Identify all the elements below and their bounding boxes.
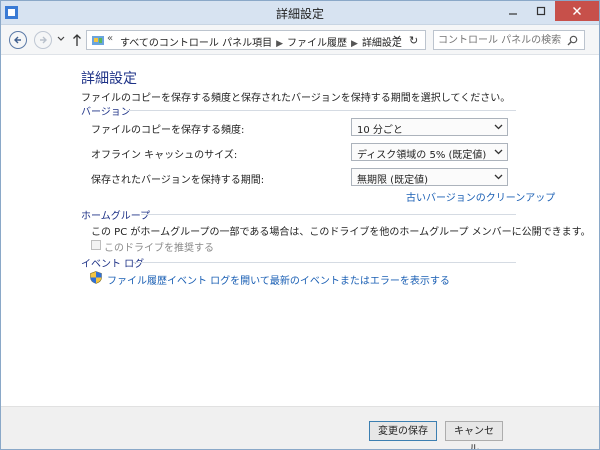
breadcrumb-separator-icon[interactable]: ▶ <box>351 39 358 49</box>
versions-heading: バージョン <box>81 107 131 118</box>
main-content: 詳細設定 ファイルのコピーを保存する頻度と保存されたバージョンを保持する期間を選… <box>1 56 599 406</box>
maximize-button[interactable] <box>527 1 555 21</box>
offline-cache-value: ディスク領域の 5% (既定値) <box>357 150 487 161</box>
breadcrumb-separator-icon[interactable]: ▶ <box>276 39 283 49</box>
event-log-link[interactable]: ファイル履歴イベント ログを開いて最新のイベントまたはエラーを表示する <box>107 272 450 287</box>
page-description: ファイルのコピーを保存する頻度と保存されたバージョンを保持する期間を選択してくだ… <box>81 93 511 104</box>
close-icon <box>573 7 581 15</box>
versions-divider <box>126 110 516 111</box>
shield-icon <box>90 271 102 284</box>
keep-versions-label: 保存されたバージョンを保持する期間: <box>91 175 265 186</box>
save-frequency-select[interactable]: 10 分ごと <box>351 118 508 136</box>
offline-cache-label: オフライン キャッシュのサイズ: <box>91 150 238 161</box>
offline-cache-select[interactable]: ディスク領域の 5% (既定値) <box>351 143 508 161</box>
eventlog-divider <box>133 262 516 263</box>
control-panel-icon <box>92 36 104 45</box>
save-frequency-label: ファイルのコピーを保存する頻度: <box>91 125 245 136</box>
settings-window: 詳細設定 « すべてのコントロール パネル項目 ▶ ファイル履歴 ▶ 詳細設定 … <box>0 0 600 450</box>
recent-locations-icon[interactable] <box>57 36 65 42</box>
save-changes-button[interactable]: 変更の保存 <box>369 421 437 441</box>
navigation-bar: « すべてのコントロール パネル項目 ▶ ファイル履歴 ▶ 詳細設定 ↻ <box>1 25 599 55</box>
footer-bar: 変更の保存 キャンセル <box>1 406 599 449</box>
cleanup-versions-link[interactable]: 古いバージョンのクリーンアップ <box>406 189 555 204</box>
forward-button[interactable] <box>34 31 52 49</box>
breadcrumb: すべてのコントロール パネル項目 ▶ ファイル履歴 ▶ 詳細設定 <box>120 34 402 49</box>
chevron-down-icon <box>494 174 503 180</box>
up-arrow-icon[interactable] <box>72 33 82 47</box>
close-button[interactable] <box>555 1 599 21</box>
breadcrumb-item-file-history[interactable]: ファイル履歴 <box>287 38 347 49</box>
address-overflow[interactable]: « <box>107 33 113 44</box>
save-frequency-value: 10 分ごと <box>357 125 403 136</box>
refresh-icon[interactable]: ↻ <box>409 34 418 47</box>
address-bar[interactable]: « すべてのコントロール パネル項目 ▶ ファイル履歴 ▶ 詳細設定 ↻ <box>86 30 426 50</box>
recommend-drive-label[interactable]: このドライブを推奨する <box>104 239 214 254</box>
search-box[interactable] <box>433 30 585 50</box>
search-input[interactable] <box>438 33 562 47</box>
breadcrumb-item-all-items[interactable]: すべてのコントロール パネル項目 <box>120 38 272 49</box>
recommend-drive-checkbox[interactable] <box>91 240 101 250</box>
minimize-icon <box>509 13 517 15</box>
keep-versions-select[interactable]: 無期限 (既定値) <box>351 168 508 186</box>
address-dropdown-icon[interactable] <box>393 35 401 41</box>
back-arrow-icon <box>14 36 21 44</box>
back-button[interactable] <box>9 31 27 49</box>
forward-arrow-icon <box>40 36 47 44</box>
homegroup-description: この PC がホームグループの一部である場合は、このドライブを他のホームグループ… <box>91 227 591 238</box>
page-title: 詳細設定 <box>81 71 137 87</box>
minimize-button[interactable] <box>499 1 527 21</box>
maximize-icon <box>536 6 546 16</box>
cancel-button[interactable]: キャンセル <box>445 421 503 449</box>
title-bar: 詳細設定 <box>1 1 599 25</box>
chevron-down-icon <box>494 149 503 155</box>
chevron-down-icon <box>494 124 503 130</box>
homegroup-divider <box>141 214 516 215</box>
keep-versions-value: 無期限 (既定値) <box>357 175 428 186</box>
homegroup-heading: ホームグループ <box>81 211 151 222</box>
search-icon[interactable] <box>567 35 578 46</box>
